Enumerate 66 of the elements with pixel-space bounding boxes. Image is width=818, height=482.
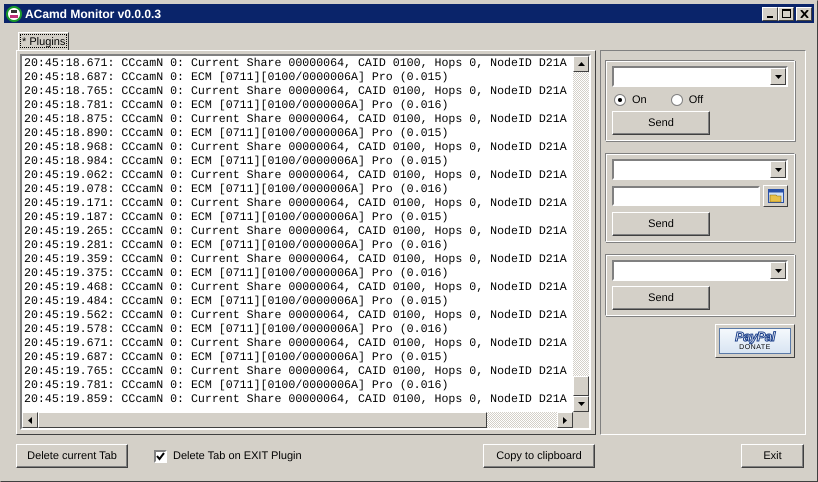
log-line: 20:45:19.375: CCcamN 0: ECM [0711][0100/0000006A] Pro (0.016)	[24, 267, 450, 281]
copy-button[interactable]: Copy to clipboard	[483, 444, 595, 468]
log-line: 20:45:19.187: CCcamN 0: ECM [0711][0100/0000006A] Pro (0.015)	[24, 211, 450, 225]
exit-button[interactable]: Exit	[741, 444, 804, 468]
minimize-button[interactable]	[762, 6, 778, 20]
close-icon	[800, 10, 808, 18]
log-line: 20:45:18.984: CCcamN 0: ECM [0711][0100/0000006A] Pro (0.015)	[24, 155, 450, 169]
log-line: 20:45:19.062: CCcamN 0: Current Share 00000064, CAID 0100, Hops 0, NodeID D21A	[24, 169, 568, 183]
minimize-icon	[767, 16, 773, 18]
dropdown-arrow-icon	[774, 168, 782, 172]
log-line: 20:45:18.968: CCcamN 0: Current Share 00000064, CAID 0100, Hops 0, NodeID D21A	[24, 141, 568, 155]
send-button[interactable]: Send	[612, 286, 710, 310]
log-line: 20:45:18.875: CCcamN 0: Current Share 00000064, CAID 0100, Hops 0, NodeID D21A	[24, 113, 568, 127]
dropdown[interactable]	[612, 159, 788, 180]
check-icon	[156, 452, 165, 460]
scroll-thumb[interactable]	[573, 376, 589, 396]
log-line: 20:45:19.359: CCcamN 0: Current Share 00000064, CAID 0100, Hops 0, NodeID D21A	[24, 253, 568, 267]
scroll-up-button[interactable]	[573, 56, 589, 72]
log-line: 20:45:18.765: CCcamN 0: Current Share 00000064, CAID 0100, Hops 0, NodeID D21A	[24, 85, 568, 99]
delete-tab-button[interactable]: Delete current Tab	[16, 444, 128, 468]
down-arrow-icon	[578, 402, 584, 406]
log-line: 20:45:19.281: CCcamN 0: ECM [0711][0100/0000006A] Pro (0.016)	[24, 239, 450, 253]
log-line: 20:45:19.468: CCcamN 0: Current Share 00000064, CAID 0100, Hops 0, NodeID D21A	[24, 281, 568, 295]
dropdown-arrow-icon	[774, 268, 782, 272]
send-button[interactable]: Send	[612, 212, 710, 236]
dropdown[interactable]	[612, 66, 788, 87]
maximize-icon	[782, 9, 790, 18]
left-arrow-icon	[28, 416, 32, 424]
scrollbar-corner	[573, 412, 589, 428]
radio-option[interactable]: Off	[670, 94, 704, 106]
log-line: 20:45:19.484: CCcamN 0: ECM [0711][0100/0000006A] Pro (0.015)	[24, 295, 450, 309]
window-title: ACamd Monitor v0.0.0.3	[25, 6, 162, 20]
log-line: 20:45:19.859: CCcamN 0: Current Share 00000064, CAID 0100, Hops 0, NodeID D21A	[24, 393, 568, 407]
tab[interactable]: * Plugins	[18, 32, 70, 50]
log-line: 20:45:19.578: CCcamN 0: ECM [0711][0100/0000006A] Pro (0.016)	[24, 323, 450, 337]
log-line: 20:45:19.171: CCcamN 0: Current Share 00000064, CAID 0100, Hops 0, NodeID D21A	[24, 197, 568, 211]
log-line: 20:45:19.781: CCcamN 0: ECM [0711][0100/0000006A] Pro (0.016)	[24, 379, 450, 393]
radio-option[interactable]: On	[614, 94, 647, 106]
log-line: 20:45:19.265: CCcamN 0: Current Share 00000064, CAID 0100, Hops 0, NodeID D21A	[24, 225, 568, 239]
scroll-left-button[interactable]	[22, 412, 38, 428]
log-line: 20:45:19.671: CCcamN 0: Current Share 00000064, CAID 0100, Hops 0, NodeID D21A	[24, 337, 568, 351]
log-line: 20:45:19.687: CCcamN 0: ECM [0711][0100/0000006A] Pro (0.015)	[24, 351, 450, 365]
scroll-right-button[interactable]	[557, 412, 573, 428]
send-button[interactable]: Send	[612, 111, 710, 135]
log-line: 20:45:19.765: CCcamN 0: Current Share 00000064, CAID 0100, Hops 0, NodeID D21A	[24, 365, 568, 379]
log-line: 20:45:18.671: CCcamN 0: Current Share 00000064, CAID 0100, Hops 0, NodeID D21A	[24, 57, 568, 71]
log-line: 20:45:19.562: CCcamN 0: Current Share 00000064, CAID 0100, Hops 0, NodeID D21A	[24, 309, 568, 323]
dropdown-arrow-icon	[774, 74, 782, 78]
scroll-thumb[interactable]	[38, 412, 487, 428]
log-line: 20:45:18.890: CCcamN 0: ECM [0711][0100/0000006A] Pro (0.015)	[24, 127, 450, 141]
browse-button[interactable]	[763, 185, 788, 207]
maximize-button[interactable]	[778, 6, 794, 20]
scroll-down-button[interactable]	[573, 396, 589, 412]
log-line: 20:45:18.687: CCcamN 0: ECM [0711][0100/0000006A] Pro (0.015)	[24, 71, 450, 85]
log-line: 20:45:19.078: CCcamN 0: ECM [0711][0100/0000006A] Pro (0.016)	[24, 183, 450, 197]
horizontal-scrollbar[interactable]	[22, 412, 573, 428]
vertical-scrollbar[interactable]	[573, 56, 589, 412]
input-field[interactable]	[612, 186, 760, 206]
folder-icon	[768, 189, 784, 203]
dropdown[interactable]	[612, 260, 788, 281]
close-button[interactable]	[796, 6, 812, 20]
log-line: 20:45:18.781: CCcamN 0: ECM [0711][0100/0000006A] Pro (0.016)	[24, 99, 450, 113]
right-arrow-icon	[563, 416, 567, 424]
checkbox[interactable]: Delete Tab on EXIT Plugin	[154, 450, 302, 462]
up-arrow-icon	[578, 62, 584, 66]
app-icon	[6, 6, 22, 22]
